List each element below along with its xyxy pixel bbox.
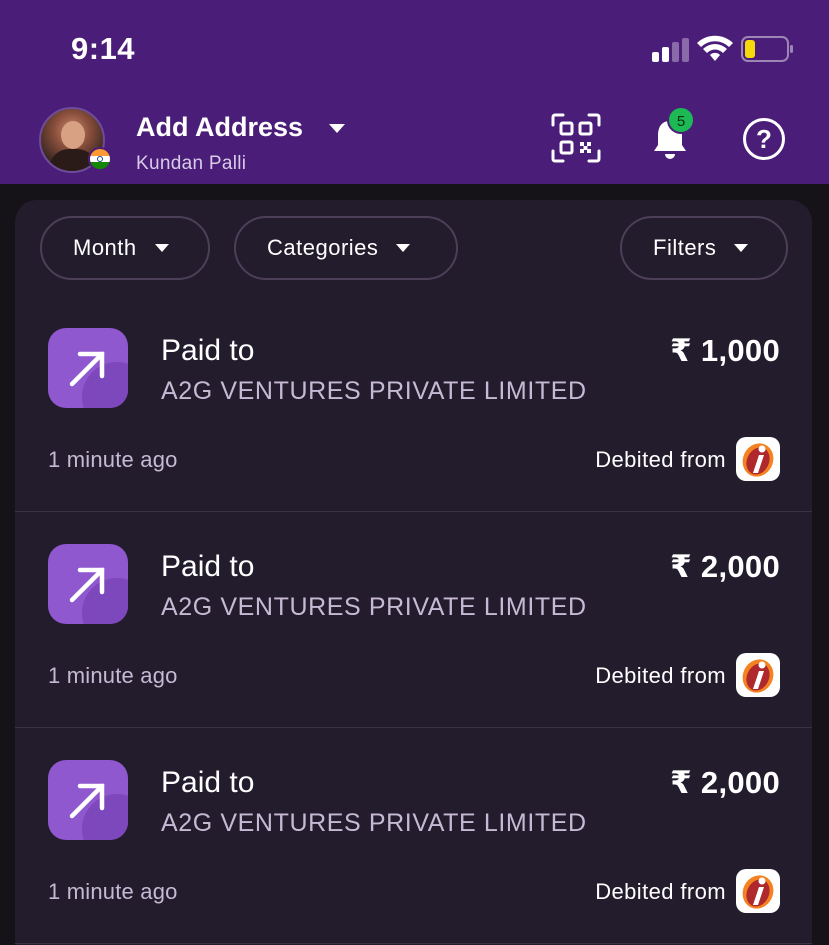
transaction-time: 1 minute ago	[48, 663, 178, 688]
payment-sent-icon	[48, 328, 128, 408]
transaction-amount: ₹ 1,000	[670, 333, 780, 368]
debited-from-label: Debited from	[595, 663, 726, 688]
status-time: 9:14	[71, 31, 136, 66]
transaction-row[interactable]: Paid to A2G VENTURES PRIVATE LIMITED ₹ 2…	[15, 728, 812, 944]
help-icon[interactable]: ?	[743, 118, 785, 160]
transaction-amount: ₹ 2,000	[670, 765, 780, 800]
add-address-title[interactable]: Add Address	[136, 112, 303, 143]
transaction-title: Paid to	[161, 766, 255, 799]
chevron-down-icon[interactable]	[329, 124, 345, 133]
location-subtitle: Kundan Palli	[136, 153, 247, 174]
transaction-amount: ₹ 2,000	[670, 549, 780, 584]
cellular-signal-icon	[652, 38, 689, 62]
notification-count-badge: 5	[667, 106, 695, 134]
wifi-icon	[697, 35, 733, 61]
debited-from-label: Debited from	[595, 447, 726, 472]
battery-icon	[741, 36, 793, 62]
payee-name: A2G VENTURES PRIVATE LIMITED	[161, 809, 587, 837]
filters-chip[interactable]: Filters	[620, 216, 788, 280]
transaction-title: Paid to	[161, 334, 255, 367]
transaction-row[interactable]: Paid to A2G VENTURES PRIVATE LIMITED ₹ 1…	[15, 296, 812, 512]
payee-name: A2G VENTURES PRIVATE LIMITED	[161, 593, 587, 621]
month-filter-label: Month	[73, 235, 137, 260]
icici-bank-icon	[736, 653, 780, 697]
categories-filter-label: Categories	[267, 235, 379, 260]
payment-sent-icon	[48, 544, 128, 624]
month-filter-chip[interactable]: Month	[40, 216, 210, 280]
transaction-time: 1 minute ago	[48, 879, 178, 904]
debited-from-label: Debited from	[595, 879, 726, 904]
payee-name: A2G VENTURES PRIVATE LIMITED	[161, 377, 587, 405]
transaction-title: Paid to	[161, 550, 255, 583]
qr-scanner-icon[interactable]	[551, 113, 601, 163]
chevron-down-icon	[154, 244, 169, 252]
icici-bank-icon	[736, 437, 780, 481]
filters-label: Filters	[653, 235, 717, 260]
app-header: 9:14 Add Address Kundan Palli 5 ?	[0, 0, 829, 184]
india-flag-icon	[88, 147, 112, 171]
chevron-down-icon	[734, 244, 749, 252]
transaction-row[interactable]: Paid to A2G VENTURES PRIVATE LIMITED ₹ 2…	[15, 512, 812, 728]
chevron-down-icon	[396, 244, 411, 252]
categories-filter-chip[interactable]: Categories	[234, 216, 458, 280]
transaction-time: 1 minute ago	[48, 447, 178, 472]
payment-sent-icon	[48, 760, 128, 840]
icici-bank-icon	[736, 869, 780, 913]
